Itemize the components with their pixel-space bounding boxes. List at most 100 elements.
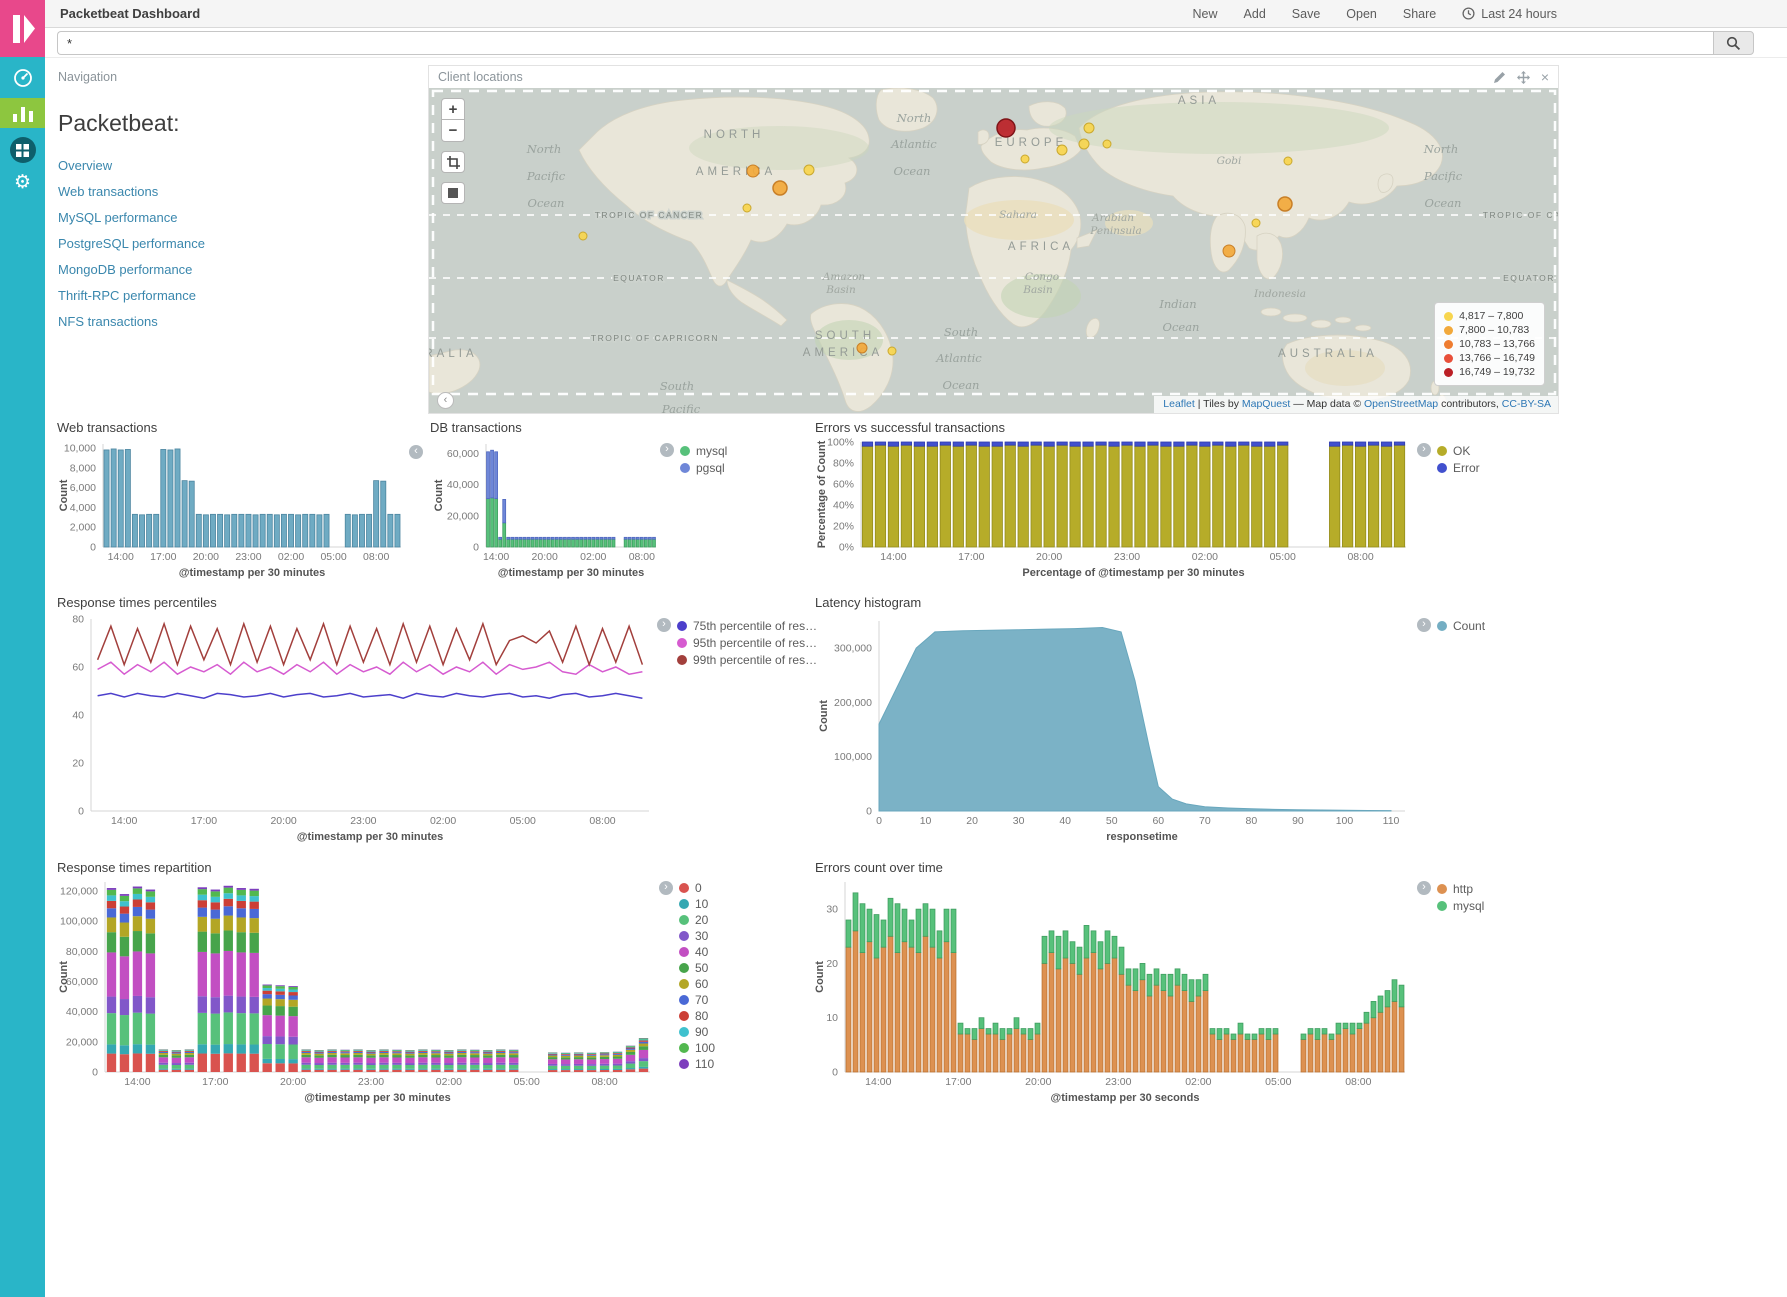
map-marker[interactable] [773,181,787,195]
box-zoom-button[interactable] [441,151,465,173]
kibana-logo[interactable] [0,0,45,57]
map-attr-link[interactable]: OpenStreetMap [1364,398,1438,410]
zoom-in-button[interactable]: + [441,98,465,120]
legend-item[interactable]: pgsql [680,459,727,476]
legend-item[interactable]: Error [1437,459,1480,476]
svg-text:Percentage of Count: Percentage of Count [816,440,828,548]
legend-item[interactable]: http [1437,880,1484,897]
panel-latency-histogram: Latency histogram 0100,000200,000300,000… [815,595,1560,857]
legend-toggle-icon[interactable]: › [659,881,673,895]
map-marker[interactable] [804,165,814,175]
legend-toggle-icon[interactable]: › [657,618,671,632]
nav-link-thrift-rpc-performance[interactable]: Thrift-RPC performance [58,288,196,303]
legend-label: 75th percentile of res… [693,619,817,633]
edit-panel-icon[interactable] [1494,71,1506,83]
legend-item[interactable]: 10 [679,896,715,912]
time-filter-label: Last 24 hours [1481,7,1557,21]
svg-text:17:00: 17:00 [958,551,984,563]
nav-link-postgresql-performance[interactable]: PostgreSQL performance [58,236,205,251]
map-label: Ocean [894,164,931,178]
map-attr-text: — Map data © [1290,398,1364,410]
legend-item[interactable]: 75th percentile of res… [677,617,817,634]
map-marker[interactable] [888,347,896,355]
map-marker[interactable] [1021,155,1029,163]
settings-icon[interactable]: ⚙ [0,172,45,194]
nav-item: MongoDB performance [58,257,421,283]
map-attr-link[interactable]: Leaflet [1163,398,1195,410]
map-marker[interactable] [579,232,587,240]
map-marker[interactable] [1057,145,1067,155]
chart-legend: › OKError [1417,442,1480,476]
svg-text:23:00: 23:00 [235,551,261,563]
move-panel-icon[interactable] [1517,71,1530,84]
search-button[interactable] [1713,31,1754,55]
visualize-icon[interactable] [0,98,45,128]
legend-item[interactable]: 30 [679,928,715,944]
legend-item[interactable]: 70 [679,992,715,1008]
map-marker[interactable] [743,204,751,212]
map-attr-link[interactable]: MapQuest [1242,398,1290,410]
legend-toggle-icon[interactable]: › [1417,443,1431,457]
fit-bounds-button[interactable] [441,182,465,204]
legend-toggle-icon[interactable]: › [660,443,674,457]
svg-text:responsetime: responsetime [1106,831,1178,843]
menu-share[interactable]: Share [1403,7,1436,21]
map-marker[interactable] [1284,157,1292,165]
time-filter-button[interactable]: Last 24 hours [1462,7,1557,21]
legend-item[interactable]: 20 [679,912,715,928]
chart-legend: › 0102030405060708090100110 [659,880,715,1072]
nav-link-web-transactions[interactable]: Web transactions [58,184,158,199]
map-marker[interactable] [997,119,1015,137]
legend-item[interactable]: OK [1437,442,1480,459]
query-input[interactable] [57,31,1713,55]
menu-add[interactable]: Add [1244,7,1266,21]
legend-item[interactable]: 110 [679,1056,715,1072]
map-marker[interactable] [1103,140,1111,148]
legend-toggle-icon[interactable]: › [1417,881,1431,895]
nav-link-mongodb-performance[interactable]: MongoDB performance [58,262,192,277]
map-marker[interactable] [857,343,867,353]
attribution-toggle-icon[interactable]: ‹ [437,392,454,409]
legend-item[interactable]: 80 [679,1008,715,1024]
menu-open[interactable]: Open [1346,7,1377,21]
menu-save[interactable]: Save [1292,7,1321,21]
latency-histogram-chart[interactable]: 0100,000200,000300,000010203040506070809… [815,611,1560,857]
menu-new[interactable]: New [1193,7,1218,21]
legend-item[interactable]: mysql [680,442,727,459]
legend-item[interactable]: Count [1437,617,1485,634]
svg-text:17:00: 17:00 [150,551,176,563]
legend-color-dot [677,621,687,631]
nav-link-nfs-transactions[interactable]: NFS transactions [58,314,158,329]
map-marker[interactable] [1252,219,1260,227]
legend-item[interactable]: mysql [1437,897,1484,914]
dashboard-icon[interactable] [0,137,45,163]
web-transactions-chart[interactable]: 02,0004,0006,0008,00010,00014:0017:0020:… [57,436,425,590]
map-marker[interactable] [747,165,759,177]
legend-item[interactable]: 40 [679,944,715,960]
map-legend-row: 4,817 – 7,800 [1444,309,1535,323]
legend-item[interactable]: 95th percentile of res… [677,634,817,651]
db-transactions-chart[interactable]: 020,00040,00060,00014:0020:0002:0008:00@… [430,436,795,590]
legend-label: 90 [695,1025,708,1039]
legend-toggle-icon[interactable]: › [1417,618,1431,632]
map-marker[interactable] [1084,123,1094,133]
legend-item[interactable]: 0 [679,880,715,896]
legend-item[interactable]: 100 [679,1040,715,1056]
map-marker[interactable] [1223,245,1235,257]
legend-item[interactable]: 90 [679,1024,715,1040]
chart-legend: › 75th percentile of res…95th percentile … [657,617,817,668]
map-marker[interactable] [1278,197,1292,211]
legend-toggle-icon[interactable]: ‹ [409,445,423,459]
world-map[interactable]: TROPIC OF CANCERTROPIC OF CAEQUATOREQUAT… [429,88,1558,413]
map-attr-link[interactable]: CC-BY-SA [1502,398,1551,410]
zoom-out-button[interactable]: − [441,120,465,142]
nav-link-overview[interactable]: Overview [58,158,112,173]
legend-item[interactable]: 60 [679,976,715,992]
nav-item: Overview [58,153,421,179]
nav-link-mysql-performance[interactable]: MySQL performance [58,210,177,225]
legend-item[interactable]: 50 [679,960,715,976]
discover-icon[interactable] [0,67,45,89]
map-marker[interactable] [1079,139,1089,149]
legend-item[interactable]: 99th percentile of res… [677,651,817,668]
close-panel-icon[interactable]: × [1541,71,1549,83]
